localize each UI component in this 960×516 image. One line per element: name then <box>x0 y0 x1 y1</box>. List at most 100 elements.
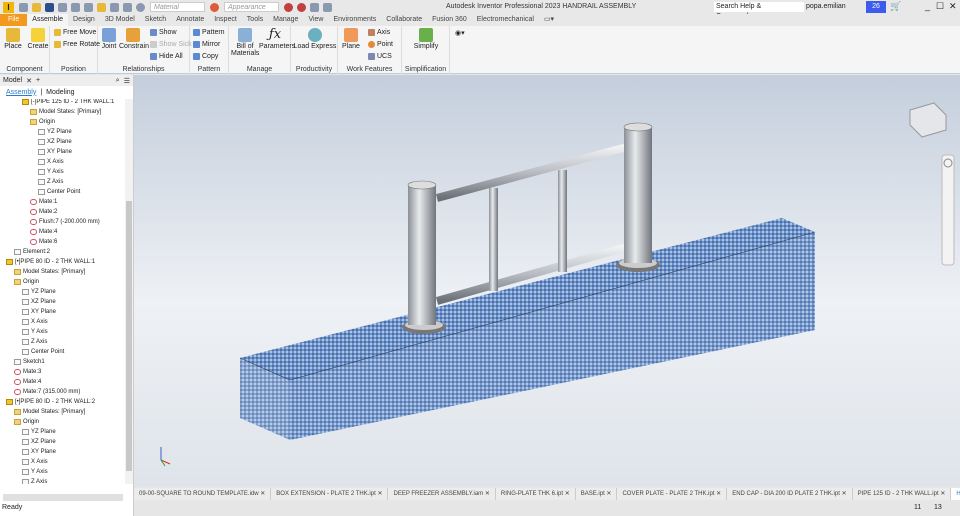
tab-annotate[interactable]: Annotate <box>171 14 209 26</box>
modeling-tab[interactable]: Modeling <box>46 89 74 96</box>
tab-sketch[interactable]: Sketch <box>140 14 171 26</box>
update-icon[interactable] <box>110 2 119 12</box>
create-button[interactable]: Create <box>27 26 49 50</box>
add-panel-icon[interactable]: + <box>36 77 40 84</box>
group-label[interactable]: Manage <box>229 66 290 73</box>
tree-node[interactable]: YZ Plane <box>22 289 56 295</box>
ucs-button[interactable]: UCS <box>368 53 392 60</box>
close-icon[interactable]: ✕ <box>949 1 957 12</box>
tree-node[interactable]: Center Point <box>22 349 64 355</box>
tab-view[interactable]: View <box>303 14 328 26</box>
tree-node[interactable]: Y Axis <box>22 329 48 335</box>
doc-tab[interactable]: RING-PLATE THK 6.ipt ✕ <box>496 488 576 500</box>
redo-icon[interactable] <box>71 2 80 12</box>
help-search-input[interactable]: Search Help & Commands... <box>714 2 804 20</box>
menu-icon[interactable]: ☰ <box>124 77 130 85</box>
tab-file[interactable]: File <box>0 14 28 26</box>
mirror-button[interactable]: Mirror <box>193 41 220 48</box>
tree-node[interactable]: Z Axis <box>22 339 47 345</box>
move-icon[interactable] <box>323 2 332 12</box>
free-move-button[interactable]: Free Move <box>54 29 96 36</box>
group-label[interactable]: Relationships <box>98 66 189 73</box>
tab-design[interactable]: Design <box>68 14 100 26</box>
group-label[interactable]: Pattern <box>190 66 228 73</box>
clear-appearance-icon[interactable] <box>284 2 293 12</box>
tree-node[interactable]: Model States: [Primary] <box>14 269 85 275</box>
tree-node[interactable]: YZ Plane <box>22 429 56 435</box>
tree-node[interactable]: XY Plane <box>22 309 56 315</box>
open-icon[interactable] <box>32 2 41 12</box>
tree-node[interactable]: Model States: [Primary] <box>14 409 85 415</box>
point-button[interactable]: Point <box>368 41 393 48</box>
undo-icon[interactable] <box>58 2 67 12</box>
tree-node[interactable]: X Axis <box>38 159 64 165</box>
tree-node[interactable]: Origin <box>30 119 55 125</box>
tree-node[interactable]: Element:2 <box>14 249 50 255</box>
plane-button[interactable]: Plane <box>341 26 361 50</box>
tab-environments[interactable]: Environments <box>328 14 381 26</box>
tree-node[interactable]: XY Plane <box>22 449 56 455</box>
tree-node[interactable]: Center Point <box>38 189 80 195</box>
show-button[interactable]: Show <box>150 29 177 36</box>
material-select[interactable]: Material <box>150 2 205 12</box>
tree-node[interactable]: Y Axis <box>38 169 64 175</box>
tree-node[interactable]: Z Axis <box>38 179 63 185</box>
tab-tools[interactable]: Tools <box>242 14 268 26</box>
group-label[interactable]: Productivity <box>291 66 337 73</box>
tree-node[interactable]: Origin <box>14 279 39 285</box>
doc-tab[interactable]: END CAP - DIA 200 ID PLATE 2 THK.ipt ✕ <box>727 488 853 500</box>
3d-viewport[interactable] <box>134 75 960 487</box>
clock-badge[interactable]: 26 <box>866 1 886 13</box>
globe-icon[interactable] <box>136 2 145 12</box>
tree-node[interactable]: [•]PIPE 80 ID - 2 THK WALL:1 <box>6 259 95 265</box>
joint-button[interactable]: Joint <box>100 26 118 50</box>
appearance-select[interactable]: Appearance <box>224 2 279 12</box>
doc-tab[interactable]: 09-00-SQUARE TO ROUND TEMPLATE.idw ✕ <box>134 488 272 500</box>
tree-node[interactable]: [•]PIPE 80 ID - 2 THK WALL:2 <box>6 399 95 405</box>
inventor-logo[interactable]: I <box>3 1 14 13</box>
tree-node[interactable]: [-]PIPE 125 ID - 2 THK WALL:1 <box>22 99 114 105</box>
tree-node[interactable]: X Axis <box>22 459 48 465</box>
tab-3d-model[interactable]: 3D Model <box>100 14 140 26</box>
tree-node[interactable]: Sketch1 <box>14 359 45 365</box>
navigation-bar[interactable] <box>941 154 955 266</box>
search-icon[interactable]: ⌕ <box>116 77 120 85</box>
adjust-icon[interactable] <box>297 2 306 12</box>
close-panel-icon[interactable]: ✕ <box>26 77 32 85</box>
group-label[interactable]: Work Features <box>338 66 401 73</box>
vertical-scrollbar[interactable] <box>125 99 133 484</box>
select-icon[interactable] <box>123 2 132 12</box>
tree-node[interactable]: XY Plane <box>38 149 72 155</box>
properties-icon[interactable] <box>97 2 106 12</box>
home-icon[interactable] <box>84 2 93 12</box>
tree-node[interactable]: XZ Plane <box>38 139 72 145</box>
model-tab[interactable]: Model <box>3 77 22 84</box>
bom-button[interactable]: Bill of Materials <box>231 26 259 57</box>
tree-node[interactable]: Mate:4 <box>14 379 41 385</box>
doc-tab[interactable]: DEEP FREEZER ASSEMBLY.iam ✕ <box>388 488 496 500</box>
doc-tab[interactable]: BASE.ipt ✕ <box>576 488 618 500</box>
tree-node[interactable]: Flush:7 (-200.000 mm) <box>30 219 100 225</box>
user-menu[interactable]: popa.emilian <box>806 3 846 10</box>
tab-electromechanical[interactable]: Electromechanical <box>472 14 539 26</box>
doc-tab-active[interactable]: HANDRAIL <box>951 488 960 500</box>
free-rotate-button[interactable]: Free Rotate <box>54 41 100 48</box>
appearance-icon[interactable] <box>210 2 219 12</box>
tree-node[interactable]: X Axis <box>22 319 48 325</box>
simplify-button[interactable]: Simplify <box>408 26 444 50</box>
customize-dropdown[interactable]: ◉▾ <box>455 29 465 37</box>
tree-node[interactable]: Mate:4 <box>30 229 57 235</box>
tree-node[interactable]: Origin <box>14 419 39 425</box>
tree-node[interactable]: Mate:7 (315.000 mm) <box>14 389 80 395</box>
fx-icon[interactable] <box>310 2 319 12</box>
doc-tab[interactable]: COVER PLATE - PLATE 2 THK.ipt ✕ <box>617 488 728 500</box>
constrain-button[interactable]: Constrain <box>119 26 149 50</box>
doc-tab[interactable]: PIPE 125 ID - 2 THK WALL.ipt ✕ <box>853 488 952 500</box>
save-icon[interactable] <box>45 2 54 12</box>
tree-node[interactable]: Mate:6 <box>30 239 57 245</box>
viewcube-icon[interactable] <box>909 102 947 138</box>
show-sick-button[interactable]: Show Sick <box>150 41 192 48</box>
tree-node[interactable]: YZ Plane <box>38 129 72 135</box>
tree-node[interactable]: Mate:1 <box>30 199 57 205</box>
tab-assemble[interactable]: Assemble <box>27 14 69 26</box>
